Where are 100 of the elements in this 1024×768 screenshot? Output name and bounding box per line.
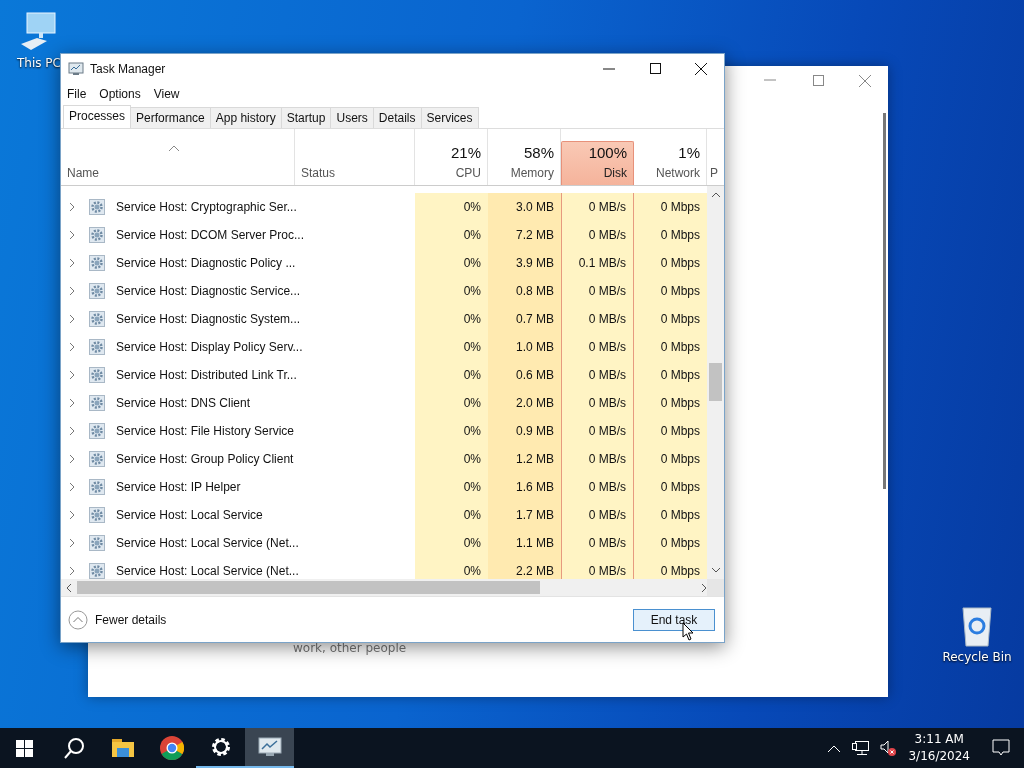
gear-icon	[89, 563, 105, 579]
process-name: Service Host: Local Service (Net...	[116, 564, 299, 578]
expand-chevron-icon[interactable]	[69, 398, 75, 408]
tab[interactable]: Users	[330, 107, 374, 128]
column-total: 58%	[523, 144, 554, 161]
collapse-icon[interactable]	[68, 609, 88, 630]
expand-chevron-icon[interactable]	[69, 566, 75, 576]
table-cell: 0%	[415, 389, 488, 417]
desktop-icon-label[interactable]: This PC	[17, 56, 61, 70]
gear-icon	[89, 339, 105, 355]
vertical-scrollbar[interactable]	[707, 186, 724, 579]
description-text: work, other people	[293, 641, 407, 655]
expand-chevron-icon[interactable]	[69, 482, 75, 492]
scroll-left-icon[interactable]	[66, 583, 71, 592]
process-name: Service Host: Cryptographic Ser...	[116, 200, 297, 214]
column-label: Network	[656, 166, 700, 180]
column-header[interactable]: Name	[61, 129, 295, 185]
expand-chevron-icon[interactable]	[69, 230, 75, 240]
table-cell: 0 Mbps	[634, 389, 707, 417]
expand-chevron-icon[interactable]	[69, 538, 75, 548]
tab[interactable]: App history	[209, 107, 282, 128]
expand-chevron-icon[interactable]	[69, 314, 75, 324]
column-label: P	[710, 166, 718, 180]
column-header[interactable]: 21% CPU	[415, 129, 488, 185]
table-cell: 0.8 MB	[488, 277, 561, 305]
desktop-icon-label[interactable]: Recycle Bin	[942, 650, 1012, 664]
table-cell: 0 MB/s	[561, 389, 634, 417]
table-cell: 0%	[415, 473, 488, 501]
column-total: 21%	[450, 144, 481, 161]
maximize-icon[interactable]	[813, 75, 824, 86]
scroll-down-icon[interactable]	[711, 568, 720, 573]
folder-icon	[111, 739, 134, 757]
window-title: Task Manager	[90, 61, 166, 76]
table-cell: 0%	[415, 305, 488, 333]
scroll-thumb[interactable]	[709, 363, 722, 401]
process-name: Service Host: IP Helper	[116, 480, 241, 494]
process-name: Service Host: Diagnostic Service...	[116, 284, 301, 298]
table-cell: 0 MB/s	[561, 529, 634, 557]
table-cell: 1.7 MB	[488, 501, 561, 529]
search-icon	[62, 737, 85, 759]
expand-chevron-icon[interactable]	[69, 286, 75, 296]
expand-chevron-icon[interactable]	[69, 510, 75, 520]
table-cell: 0 Mbps	[634, 501, 707, 529]
menu-item[interactable]: View	[153, 87, 180, 101]
close-icon[interactable]	[859, 75, 871, 87]
close-icon	[695, 62, 707, 75]
tab[interactable]: Processes	[63, 105, 132, 128]
scrollbar[interactable]	[883, 113, 886, 489]
tab[interactable]: Performance	[130, 107, 211, 128]
table-cell: 0%	[415, 501, 488, 529]
column-header[interactable]: 1% Network	[634, 129, 707, 185]
expand-chevron-icon[interactable]	[69, 342, 75, 352]
tab[interactable]: Services	[420, 107, 479, 128]
column-header[interactable]: Status	[295, 129, 415, 185]
table-cell: 3.9 MB	[488, 249, 561, 277]
table-cell: 3.0 MB	[488, 193, 561, 221]
monitor-icon	[68, 60, 84, 77]
clock-time[interactable]: 3:11 AM	[914, 731, 964, 748]
table-cell: 0%	[415, 361, 488, 389]
process-name: Service Host: Diagnostic Policy ...	[116, 256, 296, 270]
scroll-thumb[interactable]	[76, 581, 541, 594]
taskbar-button[interactable]	[245, 728, 294, 768]
network-icon[interactable]	[852, 740, 871, 756]
table-cell: 0 Mbps	[634, 473, 707, 501]
clock-date[interactable]: 3/16/2024	[908, 748, 970, 765]
muted-speaker-icon[interactable]	[880, 740, 897, 756]
scroll-up-icon[interactable]	[711, 192, 720, 197]
table-cell: 1.1 MB	[488, 529, 561, 557]
table-cell: 0 Mbps	[634, 529, 707, 557]
horizontal-scrollbar[interactable]	[61, 579, 724, 596]
expand-chevron-icon[interactable]	[69, 258, 75, 268]
chevron-up-icon[interactable]	[828, 744, 841, 752]
expand-chevron-icon[interactable]	[69, 454, 75, 464]
table-cell: 0 MB/s	[561, 557, 634, 579]
tab[interactable]: Startup	[280, 107, 332, 128]
expand-chevron-icon[interactable]	[69, 426, 75, 436]
table-cell: 2.0 MB	[488, 389, 561, 417]
column-header-alert[interactable]: 100% Disk	[561, 141, 634, 185]
end-task-button[interactable]: End task	[633, 608, 715, 631]
gear-icon	[89, 255, 105, 271]
table-cell: 0 Mbps	[634, 249, 707, 277]
table-cell: 1.0 MB	[488, 333, 561, 361]
menu-item[interactable]: Options	[99, 87, 141, 101]
table-cell: 1.6 MB	[488, 473, 561, 501]
process-name: Service Host: File History Service	[116, 424, 295, 438]
expand-chevron-icon[interactable]	[69, 370, 75, 380]
menu-item[interactable]: File	[67, 87, 87, 101]
table-cell: 0 Mbps	[634, 333, 707, 361]
tab[interactable]: Details	[372, 107, 422, 128]
column-label: Name	[67, 166, 99, 180]
column-header[interactable]: P	[707, 129, 724, 185]
process-name: Service Host: Local Service	[116, 508, 263, 522]
fewer-details-link[interactable]: Fewer details	[95, 612, 167, 627]
table-cell: 0%	[415, 249, 488, 277]
gear-icon	[89, 451, 105, 467]
table-cell: 2.2 MB	[488, 557, 561, 579]
notification-icon[interactable]	[992, 739, 1010, 757]
expand-chevron-icon[interactable]	[69, 202, 75, 212]
scroll-right-icon[interactable]	[702, 583, 708, 592]
table-cell: 0 MB/s	[561, 193, 634, 221]
